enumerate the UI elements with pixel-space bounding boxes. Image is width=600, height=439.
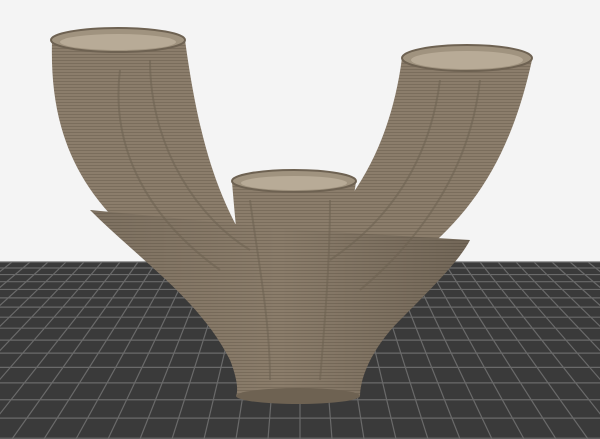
viewport-scene[interactable] xyxy=(0,0,600,439)
model-right-opening-inner xyxy=(411,51,523,69)
model-center-opening-inner xyxy=(241,176,347,190)
3d-viewport[interactable] xyxy=(0,0,600,439)
model-base-foot xyxy=(236,388,360,404)
model-left-opening-inner xyxy=(60,34,176,50)
